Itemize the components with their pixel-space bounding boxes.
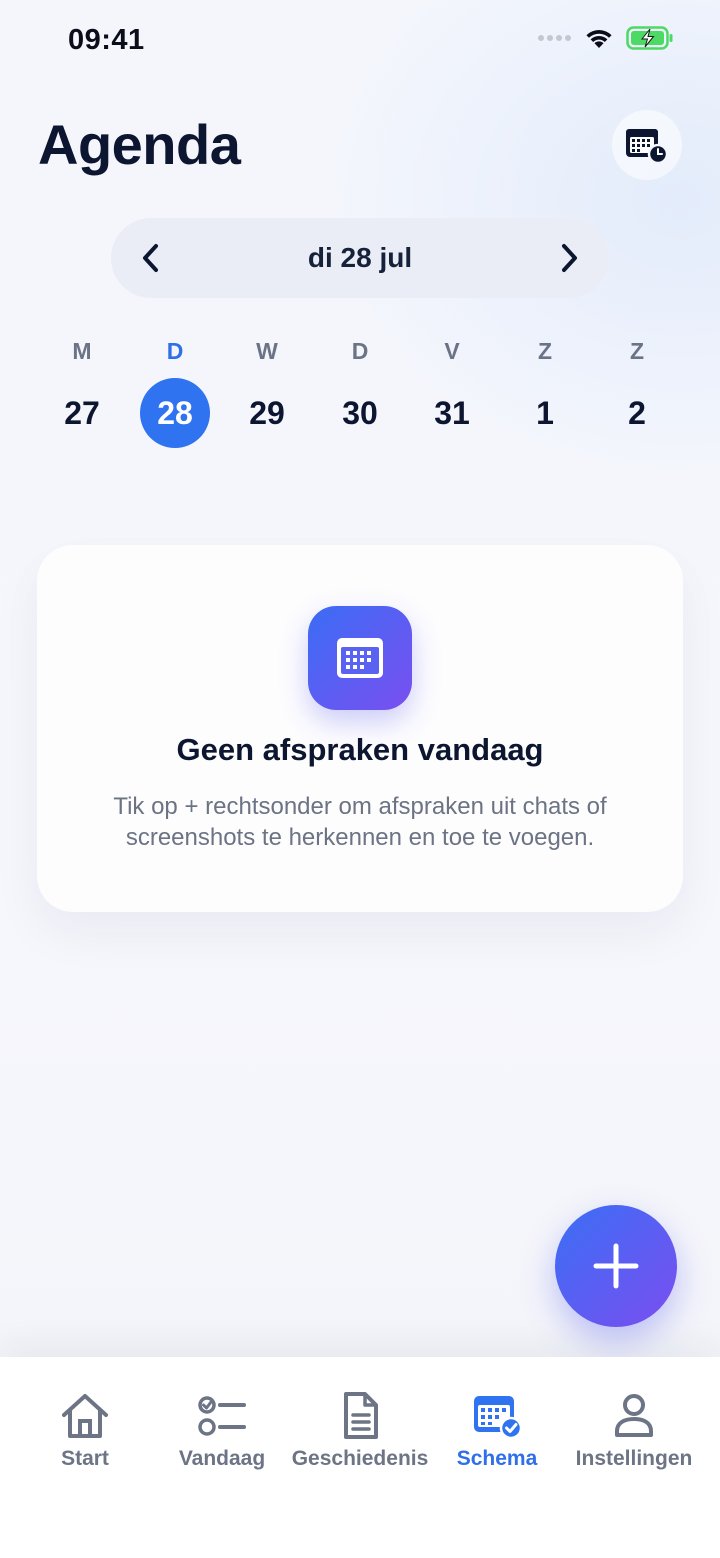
empty-state-icon-tile [308, 606, 412, 710]
person-icon [615, 1394, 653, 1437]
day-cell-selected[interactable]: D 28 [129, 334, 221, 454]
day-cell[interactable]: W 29 [221, 334, 313, 454]
day-number: 28 [140, 378, 210, 448]
tab-instellingen[interactable]: Instellingen [562, 1387, 706, 1477]
status-icons [538, 26, 674, 50]
empty-state-text: Tik op + rechtsonder om afspraken uit ch… [113, 793, 607, 851]
empty-state-title: Geen afspraken vandaag [176, 732, 544, 767]
day-number: 2 [628, 395, 646, 431]
next-day-button[interactable] [549, 238, 589, 278]
empty-state-card: Geen afspraken vandaag Tik op + rechtson… [37, 545, 683, 912]
wifi-icon [586, 30, 612, 48]
day-cell[interactable]: D 30 [314, 334, 406, 454]
day-of-week: W [256, 338, 278, 364]
tab-label: Instellingen [575, 1447, 693, 1470]
day-cell[interactable]: Z 2 [591, 334, 683, 454]
day-cell[interactable]: V 31 [406, 334, 498, 454]
signal-dots-icon [538, 35, 571, 41]
chevron-right-icon [562, 244, 577, 272]
day-of-week: Z [629, 338, 645, 364]
checklist-icon [198, 1396, 246, 1436]
tab-label: Vandaag [178, 1447, 266, 1470]
day-of-week: M [72, 338, 92, 364]
tab-label: Start [61, 1447, 109, 1470]
battery-charging-icon [626, 26, 673, 50]
day-number: 29 [249, 395, 285, 431]
calendar-icon [337, 638, 383, 678]
calendar-clock-icon [626, 129, 669, 165]
tab-geschiedenis[interactable]: Geschiedenis [288, 1387, 432, 1477]
current-date-label[interactable]: di 28 jul [111, 242, 609, 274]
day-of-week: D [351, 338, 369, 364]
day-number: 31 [434, 395, 470, 431]
document-icon [344, 1392, 378, 1439]
add-appointment-button[interactable] [555, 1205, 677, 1327]
day-number: 1 [536, 395, 554, 431]
day-number: 30 [342, 395, 378, 431]
date-navigator: di 28 jul [111, 218, 609, 298]
day-number: 27 [64, 395, 100, 431]
tab-vandaag[interactable]: Vandaag [150, 1387, 294, 1477]
week-strip: M 27 D 28 W 29 D 30 V 31 Z 1 Z 2 [36, 334, 684, 454]
status-bar: 09:41 [0, 0, 720, 80]
tab-label: Geschiedenis [291, 1447, 429, 1470]
home-icon [62, 1394, 108, 1438]
day-cell[interactable]: Z 1 [499, 334, 591, 454]
tab-schema[interactable]: Schema [425, 1387, 569, 1477]
tab-label: Schema [456, 1447, 538, 1470]
plus-icon [593, 1243, 639, 1289]
tab-bar: Start Vandaag Geschiedenis Schema Instel… [0, 1357, 720, 1558]
tab-start[interactable]: Start [13, 1387, 157, 1477]
calendar-view-button[interactable] [612, 110, 682, 180]
day-of-week: V [444, 338, 460, 364]
page-title: Agenda [38, 113, 241, 176]
calendar-check-icon [474, 1396, 523, 1440]
day-of-week: Z [537, 338, 553, 364]
status-time: 09:41 [68, 24, 145, 56]
day-cell[interactable]: M 27 [36, 334, 128, 454]
day-of-week: D [166, 338, 184, 364]
